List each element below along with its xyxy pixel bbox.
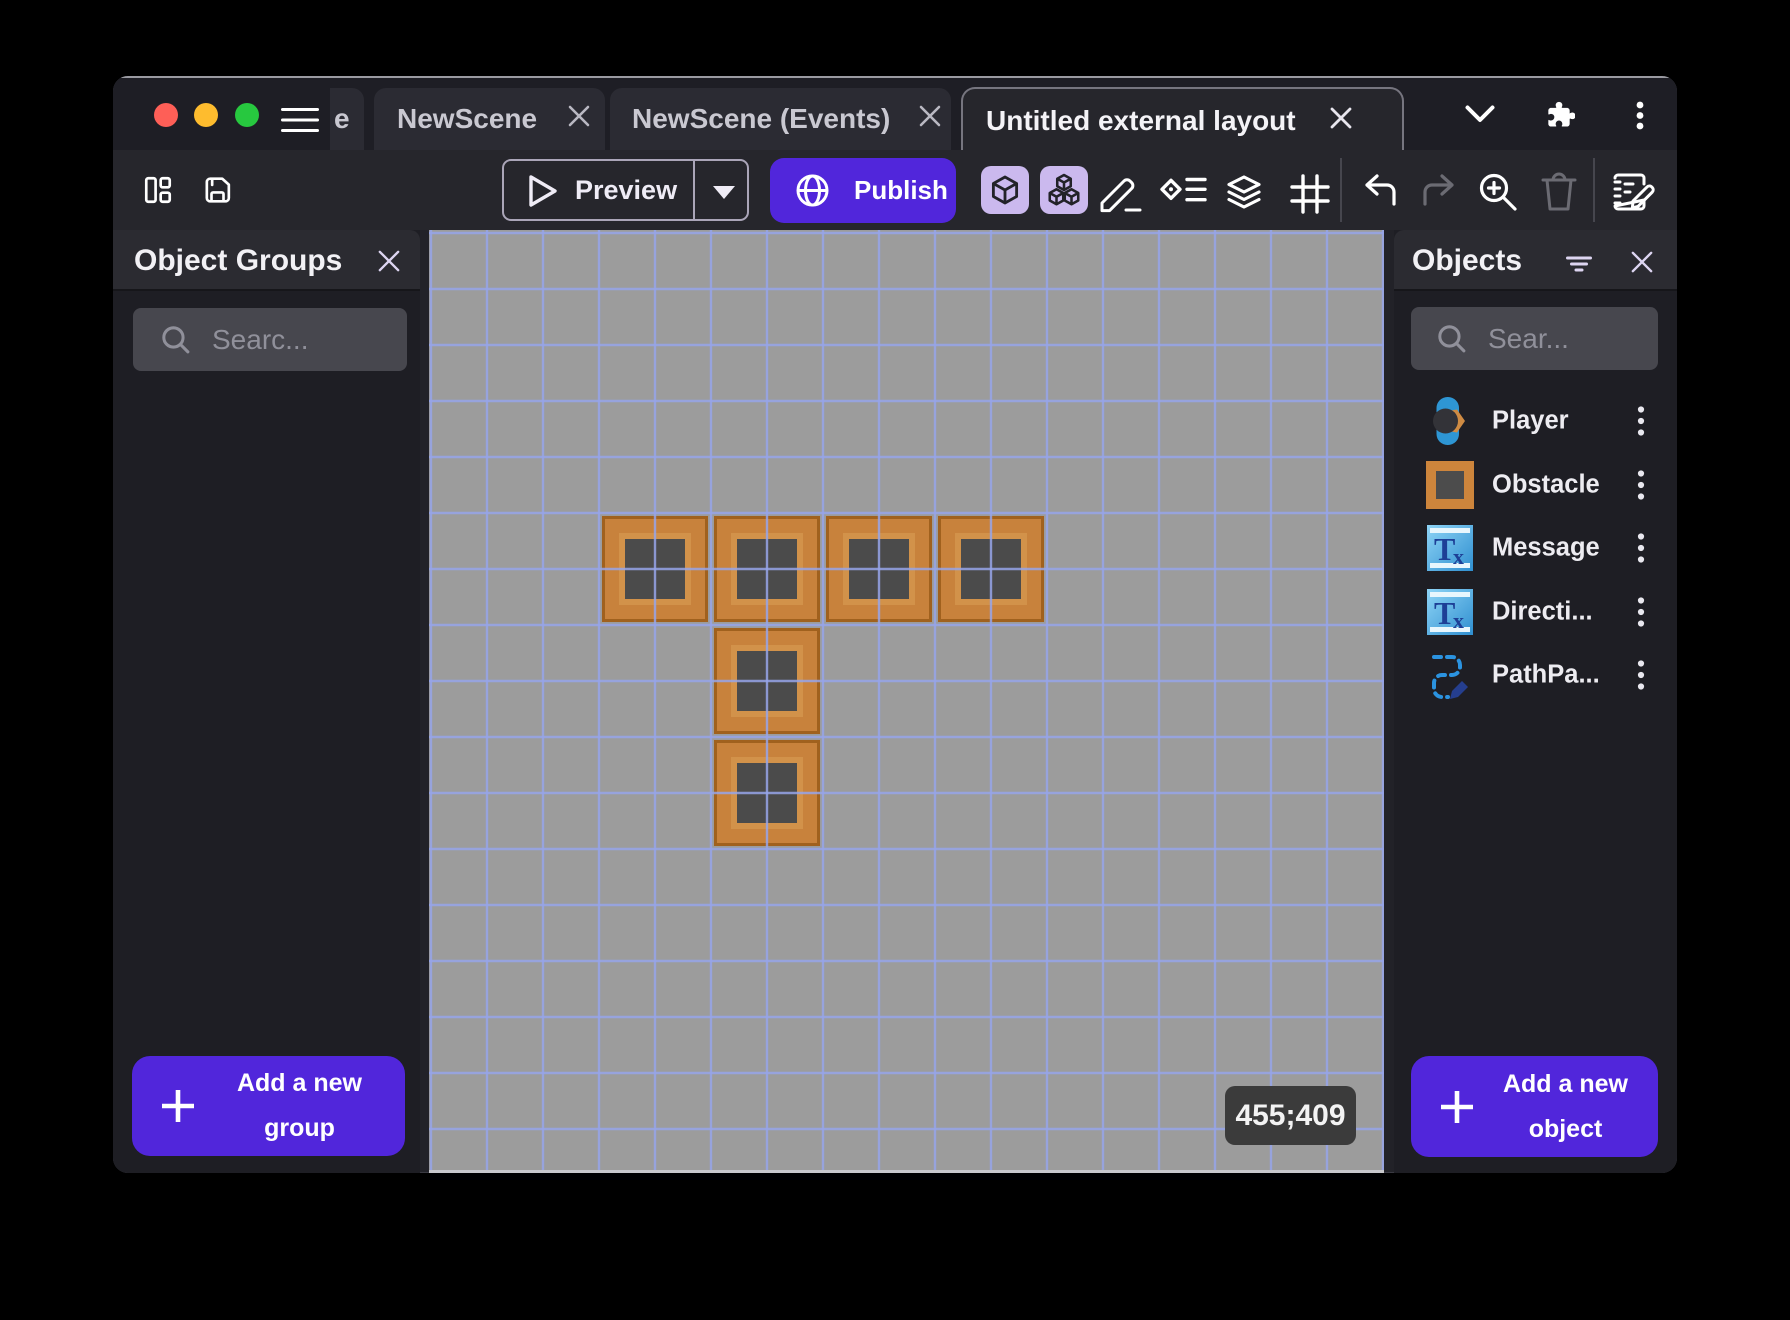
svg-text:x: x (1453, 608, 1464, 633)
svg-text:x: x (1453, 544, 1464, 569)
